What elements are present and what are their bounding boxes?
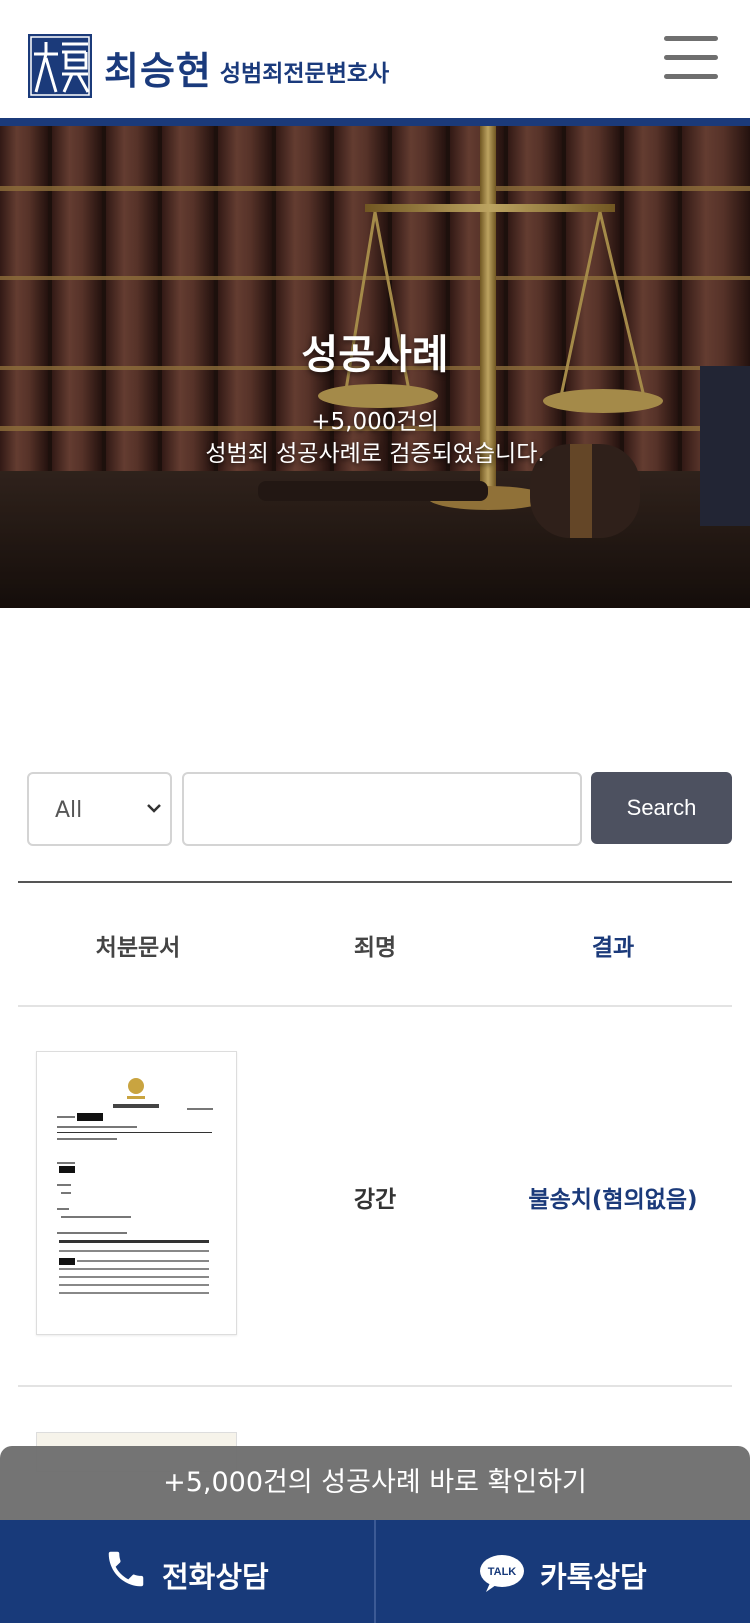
logo-name: 최승현 (104, 49, 212, 93)
column-header-result: 결과 (591, 935, 635, 961)
row-crime: 강간 (353, 1187, 397, 1213)
phone-consult-button[interactable]: 전화상담 (0, 1520, 374, 1623)
hamburger-menu-icon[interactable] (664, 36, 722, 80)
hero-title: 성공사례 (301, 332, 449, 378)
hero-banner: 성공사례 +5,000건의 성범죄 성공사례로 검증되었습니다. (0, 126, 750, 608)
row-result: 불송치(혐의없음) (528, 1187, 698, 1213)
column-header-crime: 죄명 (353, 935, 397, 961)
success-cases-promo-button[interactable]: +5,000건의 성공사례 바로 확인하기 (0, 1446, 750, 1520)
table-top-border (18, 881, 732, 883)
kakao-consult-button[interactable]: TALK 카톡상담 (376, 1520, 750, 1623)
search-bar: All Search (27, 772, 732, 846)
row-divider (18, 1005, 732, 1007)
category-select[interactable]: All (27, 772, 172, 846)
kakao-consult-label: 카톡상담 (540, 1560, 647, 1594)
hero-subtitle-line1: +5,000건의 (311, 409, 439, 435)
contact-cta-bar: 전화상담 TALK 카톡상담 (0, 1520, 750, 1623)
hero-subtitle-line2: 성범죄 성공사례로 검증되었습니다. (205, 441, 545, 467)
svg-text:TALK: TALK (488, 1566, 517, 1578)
column-header-document: 처분문서 (95, 935, 181, 961)
document-thumbnail[interactable] (36, 1051, 237, 1335)
kakaotalk-icon: TALK (480, 1555, 524, 1592)
header-divider (0, 118, 750, 126)
site-header: 최승현 성범죄전문변호사 (0, 0, 750, 118)
search-button[interactable]: Search (591, 772, 732, 844)
logo-mark-icon (28, 34, 92, 98)
logo-subtitle: 성범죄전문변호사 (219, 61, 390, 87)
phone-icon (108, 1551, 144, 1587)
site-logo[interactable]: 최승현 성범죄전문변호사 (28, 34, 389, 98)
chevron-down-icon (147, 804, 161, 813)
document-image (57, 1078, 213, 1294)
search-input[interactable] (182, 772, 582, 846)
category-select-value: All (55, 798, 83, 823)
phone-consult-label: 전화상담 (162, 1560, 269, 1594)
row-divider (18, 1385, 732, 1387)
